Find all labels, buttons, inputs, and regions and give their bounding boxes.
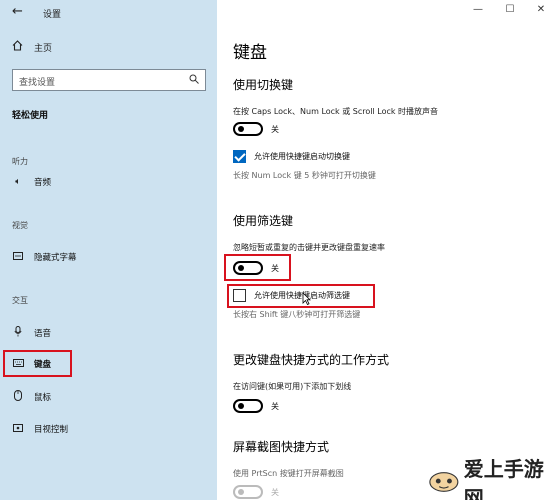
toggle-keys-hint: 长按 Num Lock 键 5 秒钟可打开切换键: [233, 171, 376, 180]
sidebar-item-eye-control[interactable]: 目视控制: [12, 423, 68, 435]
filter-checkbox-highlight-box: [227, 284, 375, 308]
filter-toggle-highlight-box: [224, 254, 291, 281]
sidebar-item-label: 鼠标: [34, 393, 52, 403]
toggle-state-label: 关: [271, 487, 279, 497]
toggle-keys-shortcut-row: 允许使用快捷键启动切换键: [233, 150, 350, 163]
prtscn-toggle-row: 关: [233, 485, 279, 499]
group-heading-vision: 视觉: [12, 221, 28, 230]
eye-control-icon: [12, 423, 24, 435]
group-heading-interaction: 交互: [12, 296, 28, 305]
search-input[interactable]: [13, 73, 183, 93]
prtscn-toggle[interactable]: [233, 485, 263, 499]
underline-access-keys-toggle[interactable]: [233, 399, 263, 413]
toggle-state-label: 关: [271, 124, 279, 134]
main-content: — ☐ ✕ 键盘 使用切换键 在按 Caps Lock、Num Lock 或 S…: [217, 0, 557, 500]
sidebar-item-home[interactable]: 主页: [12, 40, 52, 54]
sidebar-item-audio[interactable]: 🔈︎ 音频: [12, 176, 51, 188]
sidebar-item-mouse[interactable]: 鼠标: [12, 390, 51, 404]
keyboard-highlight-box: [3, 350, 72, 377]
microphone-icon: [12, 326, 24, 340]
sidebar-item-label: 目视控制: [34, 425, 69, 435]
group-heading-hearing: 听力: [12, 157, 28, 166]
back-arrow-icon[interactable]: ←: [12, 4, 23, 19]
sidebar-titlebar: ← 设置: [0, 0, 217, 26]
sidebar-item-label: 主页: [34, 43, 53, 54]
closed-caption-icon: [12, 251, 24, 263]
page-title: 键盘: [233, 43, 267, 63]
close-button[interactable]: ✕: [532, 4, 550, 15]
minimize-button[interactable]: —: [469, 4, 487, 15]
search-box[interactable]: [12, 69, 206, 93]
underline-access-keys-toggle-row: 关: [233, 399, 279, 413]
sidebar-item-speech[interactable]: 语音: [12, 326, 51, 340]
toggle-state-label: 关: [271, 401, 279, 411]
app-title: 设置: [43, 10, 62, 20]
section-heading-shortcuts: 更改键盘快捷方式的工作方式: [233, 353, 390, 367]
search-icon: [189, 74, 199, 84]
checkbox-label: 允许使用快捷键启动切换键: [254, 152, 350, 161]
toggle-keys-shortcut-checkbox[interactable]: [233, 150, 246, 163]
mouse-cursor-icon: [302, 292, 311, 305]
screenshot-description: 使用 PrtScn 按键打开屏幕截图: [233, 469, 344, 478]
sidebar: ← 设置 主页 轻松使用 听力 🔈︎ 音频 视觉 隐藏式字幕 交互 语音 键盘: [0, 0, 217, 500]
section-heading-toggle-keys: 使用切换键: [233, 78, 294, 92]
section-heading-filter-keys: 使用筛选键: [233, 214, 294, 228]
shortcuts-description: 在访问键(如果可用)下添加下划线: [233, 382, 352, 391]
watermark-text: 爱上手游网: [463, 457, 544, 500]
filter-keys-hint: 长按右 Shift 键八秒钟可打开筛选键: [233, 310, 361, 319]
sidebar-item-label: 隐藏式字幕: [34, 253, 77, 263]
speaker-icon: 🔈︎: [15, 177, 21, 187]
sidebar-item-label: 语音: [34, 329, 52, 339]
toggle-keys-toggle[interactable]: [233, 122, 263, 136]
category-heading: 轻松使用: [12, 111, 49, 121]
filter-keys-description: 忽略短暂或重复的击键并更改键盘重复速率: [233, 243, 385, 252]
section-heading-screenshot: 屏幕截图快捷方式: [233, 440, 330, 454]
sidebar-item-captions[interactable]: 隐藏式字幕: [12, 251, 77, 263]
maximize-button[interactable]: ☐: [501, 4, 519, 15]
aishangshouyou-logo: [429, 472, 459, 492]
toggle-keys-description: 在按 Caps Lock、Num Lock 或 Scroll Lock 时播放声…: [233, 107, 439, 116]
watermark: 爱上手游网: [424, 457, 557, 500]
toggle-keys-toggle-row: 关: [233, 122, 279, 136]
mouse-icon: [12, 390, 24, 404]
home-icon: [12, 40, 26, 54]
sidebar-item-label: 音频: [34, 178, 52, 188]
